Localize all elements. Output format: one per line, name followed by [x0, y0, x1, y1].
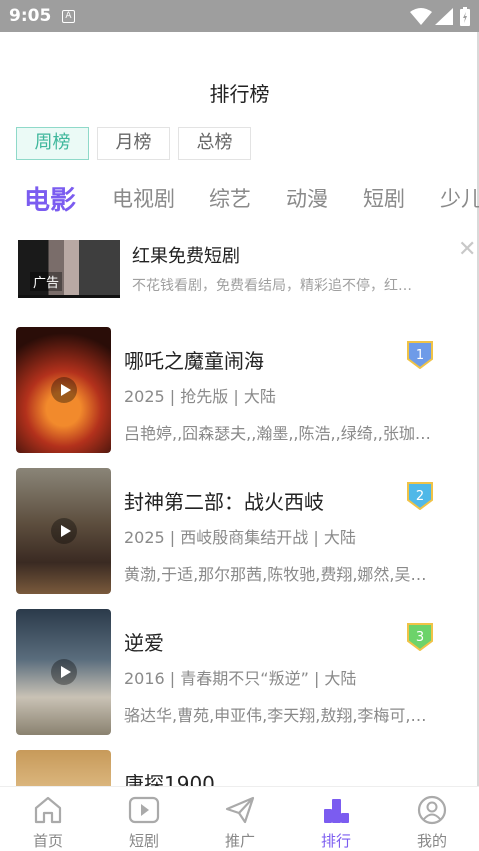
movie-poster[interactable] [16, 468, 111, 594]
period-tab-monthly[interactable]: 月榜 [97, 127, 170, 160]
movie-meta: 2025 | 西岐殷商集结开战 | 大陆 [124, 528, 356, 547]
profile-icon [417, 795, 447, 825]
movie-title: 封神第二部：战火西岐 [124, 490, 324, 514]
rank-number: 1 [416, 348, 424, 363]
nav-label: 排行 [320, 832, 351, 850]
rank-number: 2 [416, 489, 424, 504]
movie-meta: 2025 | 抢先版 | 大陆 [124, 387, 276, 406]
category-tab-anime[interactable]: 动漫 [286, 183, 328, 213]
nav-label: 短剧 [128, 832, 159, 850]
period-tab-total[interactable]: 总榜 [178, 127, 251, 160]
page-title: 排行榜 [209, 82, 270, 106]
movie-title: 哪吒之魔童闹海 [124, 349, 264, 373]
category-tab-short[interactable]: 短剧 [363, 183, 405, 213]
rank-badge-icon: 1 [407, 341, 433, 369]
ad-description: 不花钱看剧，免费看结局，精彩追不停，红… [132, 278, 412, 294]
rank-number: 3 [416, 630, 424, 645]
play-icon[interactable] [51, 377, 77, 403]
movie-title: 逆爱 [124, 631, 164, 655]
category-tab-movie[interactable]: 电影 [24, 180, 76, 217]
ad-tag: 广告 [30, 272, 63, 291]
nav-item-home[interactable]: 首页 [0, 787, 96, 851]
status-bar: 9:05 A [0, 0, 479, 32]
nav-item-shorts[interactable]: 短剧 [96, 787, 192, 851]
ad-banner[interactable]: 广告 红果免费短剧 不花钱看剧，免费看结局，精彩追不停，红… ✕ [18, 239, 476, 302]
category-tab-tv[interactable]: 电视剧 [112, 183, 175, 213]
send-icon [225, 796, 255, 824]
ad-title: 红果免费短剧 [132, 246, 240, 267]
list-item[interactable]: 哪吒之魔童闹海 2025 | 抢先版 | 大陆 吕艳婷,,囧森瑟夫,,瀚墨,,陈… [16, 327, 466, 453]
movie-cast: 黄渤,于适,那尔那茜,陈牧驰,费翔,娜然,吴… [124, 565, 427, 584]
category-tab-variety[interactable]: 综艺 [209, 183, 251, 213]
wifi-icon [410, 8, 432, 25]
nav-item-ranking[interactable]: 排行 [288, 787, 384, 851]
category-tab-kids[interactable]: 少儿 [440, 183, 479, 213]
movie-cast: 骆达华,曹苑,申亚伟,李天翔,敖翔,李梅可,… [124, 706, 427, 725]
rank-badge-icon: 2 [407, 482, 433, 510]
nav-item-profile[interactable]: 我的 [384, 787, 479, 851]
play-icon[interactable] [51, 659, 77, 685]
status-time: 9:05 [9, 6, 52, 26]
ranking-icon [324, 799, 349, 823]
movie-cast: 吕艳婷,,囧森瑟夫,,瀚墨,,陈浩,,绿绮,,张珈… [124, 424, 431, 443]
nav-item-promote[interactable]: 推广 [192, 787, 288, 851]
period-tab-weekly[interactable]: 周榜 [16, 127, 89, 160]
movie-poster[interactable] [16, 327, 111, 453]
list-item[interactable]: 逆爱 2016 | 青春期不只“叛逆” | 大陆 骆达华,曹苑,申亚伟,李天翔,… [16, 609, 466, 735]
nav-label: 推广 [224, 832, 255, 850]
ad-thumbnail[interactable]: 广告 [18, 240, 120, 298]
bottom-nav: 首页 短剧 推广 排行 我的 [0, 786, 479, 851]
list-item[interactable]: 封神第二部：战火西岐 2025 | 西岐殷商集结开战 | 大陆 黄渤,于适,那尔… [16, 468, 466, 594]
nav-label: 首页 [32, 832, 63, 850]
notification-icon: A [62, 10, 75, 23]
play-icon[interactable] [51, 518, 77, 544]
nav-label: 我的 [416, 832, 447, 850]
movie-poster[interactable] [16, 609, 111, 735]
home-icon [34, 796, 62, 824]
play-icon [128, 796, 160, 824]
battery-icon [460, 7, 470, 26]
signal-icon [435, 8, 453, 25]
close-icon[interactable]: ✕ [458, 239, 476, 261]
movie-meta: 2016 | 青春期不只“叛逆” | 大陆 [124, 669, 357, 688]
rank-badge-icon: 3 [407, 623, 433, 651]
